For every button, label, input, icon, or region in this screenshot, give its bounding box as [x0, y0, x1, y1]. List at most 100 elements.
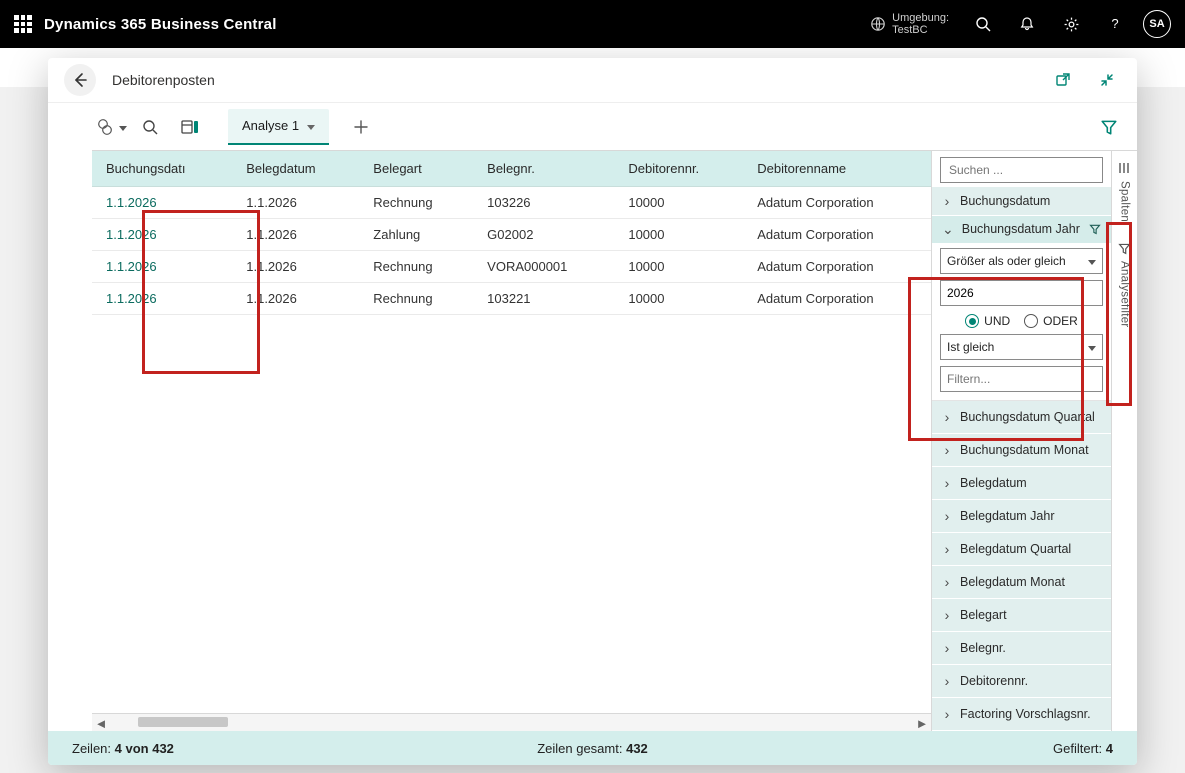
cell: G02002: [473, 219, 614, 251]
back-button[interactable]: [64, 64, 96, 96]
bell-icon: [1019, 16, 1035, 32]
chevron-right-icon: ›: [942, 640, 952, 656]
chevron-down-icon: ⌄: [942, 221, 954, 238]
chevron-right-icon: ›: [942, 541, 952, 557]
radio-icon: [965, 314, 979, 328]
filter-item[interactable]: ›Belegdatum Monat: [932, 566, 1111, 599]
filter-logic-or[interactable]: ODER: [1024, 314, 1078, 328]
env-name: TestBC: [892, 24, 949, 36]
filter-search-input[interactable]: [940, 157, 1103, 183]
app-launcher-icon[interactable]: [14, 15, 32, 33]
filter-item[interactable]: ›Buchungsdatum Quartal: [932, 401, 1111, 434]
table-row[interactable]: 1.1.20261.1.2026RechnungVORA00000110000A…: [92, 251, 931, 283]
brand-title: Dynamics 365 Business Central: [44, 16, 277, 33]
filter-item[interactable]: ›Factoring Vorschlagsnr.: [932, 698, 1111, 731]
cell: 1.1.2026: [92, 219, 232, 251]
environment-indicator[interactable]: Umgebung: TestBC: [870, 12, 949, 36]
radio-icon: [1024, 314, 1038, 328]
filter-body: Größer als oder gleich UND ODER: [932, 244, 1111, 401]
notifications-button[interactable]: [1011, 8, 1043, 40]
filter-item[interactable]: › Buchungsdatum: [932, 187, 1111, 216]
gear-icon: [1063, 16, 1080, 33]
table-row[interactable]: 1.1.20261.1.2026Rechnung10322610000Adatu…: [92, 187, 931, 219]
cell: 10000: [614, 283, 743, 315]
collapse-icon: [1099, 72, 1115, 88]
filter-item[interactable]: ›Belegart: [932, 599, 1111, 632]
search-button[interactable]: [967, 8, 999, 40]
collapse-button[interactable]: [1093, 66, 1121, 94]
help-icon: ?: [1107, 16, 1123, 32]
cell: 103226: [473, 187, 614, 219]
funnel-icon: [1089, 223, 1101, 235]
status-rows: Zeilen: 4 von 432: [72, 741, 419, 756]
search-icon: [142, 119, 158, 135]
funnel-icon: [1118, 242, 1131, 255]
cell: Rechnung: [359, 251, 473, 283]
cell: Adatum Corporation: [743, 219, 931, 251]
user-avatar[interactable]: SA: [1143, 10, 1171, 38]
add-tab-button[interactable]: [343, 109, 379, 145]
arrow-left-icon: [72, 72, 88, 88]
settings-button[interactable]: [1055, 8, 1087, 40]
help-button[interactable]: ?: [1099, 8, 1131, 40]
search-list-button[interactable]: [132, 109, 168, 145]
copilot-icon: [94, 118, 116, 136]
filter-item[interactable]: ›Belegdatum: [932, 467, 1111, 500]
sidetab-analysis-filters[interactable]: Analysefilter: [1112, 232, 1137, 338]
tab-analysis-1[interactable]: Analyse 1: [228, 109, 329, 145]
chevron-right-icon: ›: [942, 475, 952, 491]
chevron-right-icon: ›: [942, 673, 952, 689]
cell: Adatum Corporation: [743, 187, 931, 219]
chevron-right-icon: ›: [942, 409, 952, 425]
chevron-down-icon: [1088, 340, 1096, 354]
cell: Adatum Corporation: [743, 251, 931, 283]
cell: Rechnung: [359, 187, 473, 219]
chevron-right-icon: ›: [942, 574, 952, 590]
filter-item[interactable]: ›Belegdatum Jahr: [932, 500, 1111, 533]
filter-operator-1[interactable]: Größer als oder gleich: [940, 248, 1103, 274]
col-debitorennr[interactable]: Debitorennr.: [614, 151, 743, 187]
filter-value-1[interactable]: [940, 280, 1103, 306]
col-debitorenname[interactable]: Debitorenname: [743, 151, 931, 187]
tab-label: Analyse 1: [242, 118, 299, 133]
analysis-filter-panel: › Buchungsdatum ⌄ Buchungsdatum Jahr Grö…: [931, 151, 1111, 731]
status-filtered: Gefiltert: 4: [766, 741, 1113, 756]
filter-item-active[interactable]: ⌄ Buchungsdatum Jahr: [932, 216, 1111, 245]
col-belegnr[interactable]: Belegnr.: [473, 151, 614, 187]
cell: VORA000001: [473, 251, 614, 283]
table-row[interactable]: 1.1.20261.1.2026ZahlungG0200210000Adatum…: [92, 219, 931, 251]
col-belegart[interactable]: Belegart: [359, 151, 473, 187]
filter-toggle-button[interactable]: [1091, 109, 1127, 145]
table-row[interactable]: 1.1.20261.1.2026Rechnung10322110000Adatu…: [92, 283, 931, 315]
columns-icon: [1118, 161, 1132, 175]
chevron-right-icon: ›: [942, 607, 952, 623]
status-bar: Zeilen: 4 von 432 Zeilen gesamt: 432 Gef…: [48, 731, 1137, 765]
chevron-right-icon: ›: [942, 508, 952, 524]
sidetab-columns[interactable]: Spalten: [1112, 151, 1137, 232]
col-belegdatum[interactable]: Belegdatum: [232, 151, 359, 187]
cell: 1.1.2026: [92, 187, 232, 219]
cell: 10000: [614, 251, 743, 283]
layout-icon: [181, 119, 199, 135]
filter-item[interactable]: ›Belegdatum Quartal: [932, 533, 1111, 566]
plus-icon: [353, 119, 369, 135]
scroll-left-icon[interactable]: ◄: [92, 714, 110, 732]
svg-text:?: ?: [1111, 16, 1118, 31]
filter-item[interactable]: ›Debitorennr.: [932, 665, 1111, 698]
scroll-thumb[interactable]: [138, 717, 228, 727]
filter-value-2[interactable]: [940, 366, 1103, 392]
cell: Zahlung: [359, 219, 473, 251]
col-buchungsdatum[interactable]: Buchungsdatı: [92, 151, 232, 187]
cell: Rechnung: [359, 283, 473, 315]
copilot-button[interactable]: [92, 109, 128, 145]
side-tabs: Spalten Analysefilter: [1111, 151, 1137, 731]
filter-operator-2[interactable]: Ist gleich: [940, 334, 1103, 360]
filter-item[interactable]: ›Belegnr.: [932, 632, 1111, 665]
filter-item[interactable]: ›Buchungsdatum Monat: [932, 434, 1111, 467]
filter-logic-and[interactable]: UND: [965, 314, 1010, 328]
horizontal-scrollbar[interactable]: ◄ ►: [92, 713, 931, 731]
scroll-right-icon[interactable]: ►: [913, 714, 931, 732]
layout-button[interactable]: [172, 109, 208, 145]
open-new-window-button[interactable]: [1049, 66, 1077, 94]
page-title: Debitorenposten: [112, 72, 215, 88]
